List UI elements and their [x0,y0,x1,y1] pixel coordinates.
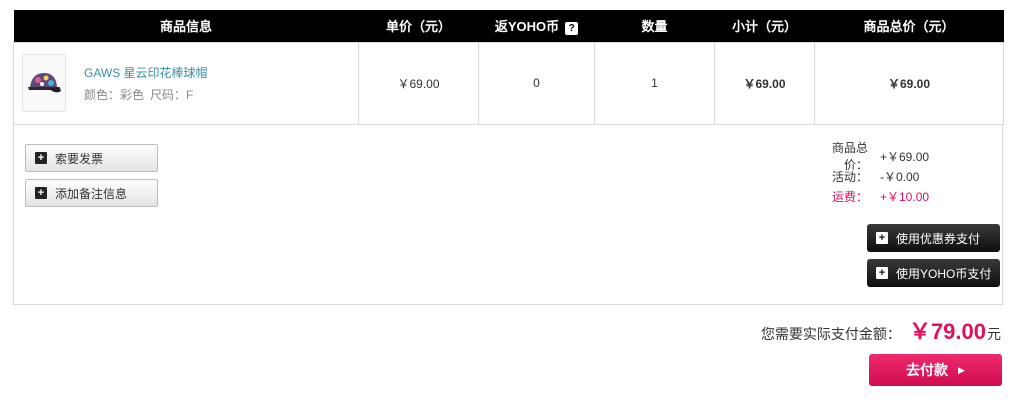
go-pay-label: 去付款 [906,362,949,378]
summary-freight-row: 运费： +￥10.00 [812,186,972,206]
summary-goods-value: +￥69.00 [880,149,930,164]
header-product: 商品信息 [13,10,359,42]
help-icon[interactable]: ? [565,22,579,36]
yoho-coin-cell: 0 [478,41,595,125]
table-row: GAWS 星云印花棒球帽 颜色：彩色 尺码：F ￥69.00 0 1 ￥69.00… [13,41,1004,125]
item-total-cell: ￥69.00 [814,41,1004,125]
go-pay-button[interactable]: 去付款 ▶ [869,354,1002,386]
cart-table: 商品信息 单价（元） 返YOHO币? 数量 小计（元） 商品总价（元） GAWS… [13,10,1004,125]
use-coupon-label: 使用优惠券支付 [896,231,981,246]
quantity-cell: 1 [594,41,715,125]
header-yoho-coin: 返YOHO币? [478,10,595,42]
subtotal-cell: ￥69.00 [714,41,815,125]
order-options-panel: + 索要发票 + 添加备注信息 商品总价： +￥69.00 活动： -￥0.00… [13,124,1003,305]
arrow-right-icon: ▶ [958,364,965,375]
table-header-row: 商品信息 单价（元） 返YOHO币? 数量 小计（元） 商品总价（元） [13,10,1004,42]
price-summary: 商品总价： +￥69.00 活动： -￥0.00 运费： +￥10.00 [812,141,972,206]
plus-icon: + [876,267,888,279]
payable-label: 您需要实际支付金额： [760,326,901,342]
summary-promo-label: 活动： [831,169,868,184]
product-thumbnail[interactable] [22,54,66,112]
request-invoice-button[interactable]: + 索要发票 [25,144,158,172]
header-unit-price: 单价（元） [358,10,479,42]
add-remark-button[interactable]: + 添加备注信息 [25,179,158,207]
product-name-link[interactable]: GAWS 星云印花棒球帽 [84,64,208,81]
product-size: 尺码：F [150,87,194,102]
plus-icon: + [35,152,47,164]
summary-promo-row: 活动： -￥0.00 [812,166,972,186]
plus-icon: + [35,187,47,199]
plus-icon: + [876,232,888,244]
summary-freight-value: +￥10.00 [880,189,930,204]
payable-unit: 元 [987,326,1001,342]
payable-amount-line: 您需要实际支付金额： ￥79.00 元 [761,314,1001,346]
summary-goods-row: 商品总价： +￥69.00 [812,141,972,172]
summary-promo-value: -￥0.00 [880,169,920,184]
header-subtotal: 小计（元） [714,10,815,42]
payable-amount: ￥79.00 [908,319,986,344]
header-quantity: 数量 [594,10,715,42]
product-cell: GAWS 星云印花棒球帽 颜色：彩色 尺码：F [13,41,359,125]
use-yoho-coin-button[interactable]: + 使用YOHO币支付 [867,259,1000,287]
summary-freight-label: 运费： [831,189,868,204]
request-invoice-label: 索要发票 [55,151,104,166]
header-yoho-coin-label: 返YOHO币 [494,19,560,35]
use-yoho-coin-label: 使用YOHO币支付 [896,266,992,281]
unit-price-cell: ￥69.00 [358,41,479,125]
add-remark-label: 添加备注信息 [55,186,128,201]
header-item-total: 商品总价（元） [814,10,1004,42]
use-coupon-button[interactable]: + 使用优惠券支付 [867,224,1000,252]
product-color: 颜色：彩色 [84,87,145,102]
